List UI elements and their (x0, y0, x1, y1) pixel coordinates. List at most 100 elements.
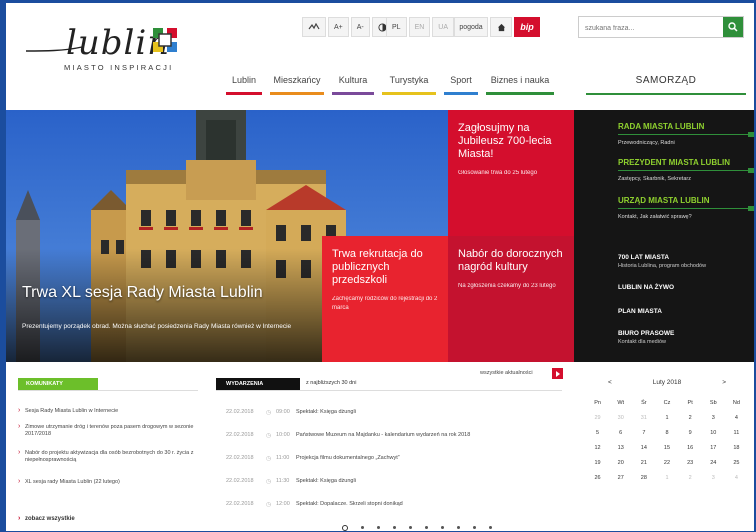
pagination-dot[interactable] (457, 526, 460, 529)
all-news-button[interactable] (552, 368, 563, 379)
bottom-section: KOMUNIKATY Sesja Rady Miasta Lublin w In… (6, 362, 754, 531)
komunikat-item[interactable]: Zimowe utrzymanie dróg i terenów poza pa… (18, 423, 198, 438)
prezydent-link[interactable]: PREZYDENT MIASTA LUBLIN (618, 158, 730, 167)
calendar-day[interactable]: 6 (609, 428, 632, 439)
calendar-day[interactable]: 3 (702, 413, 725, 424)
main-nav: Lublin Mieszkańcy Kultura Turystyka Spor… (222, 65, 558, 95)
pagination-dot[interactable] (409, 526, 412, 529)
nav-samorzad[interactable]: SAMORZĄD (586, 65, 746, 95)
text-larger-button[interactable]: A+ (328, 17, 349, 37)
pagination-dot[interactable] (393, 526, 396, 529)
bip-button[interactable]: bip (514, 17, 540, 37)
nav-kultura[interactable]: Kultura (328, 65, 378, 95)
event-row[interactable]: 22.02.2018 ◷ 11:30 Spektakl: Księga dżungli (216, 475, 566, 487)
pagination-dot[interactable] (473, 526, 476, 529)
calendar-day[interactable]: 3 (702, 473, 725, 484)
calendar-day[interactable]: 21 (632, 458, 655, 469)
pagination-dot[interactable] (425, 526, 428, 529)
calendar-day[interactable]: 27 (609, 473, 632, 484)
calendar-day[interactable]: 4 (725, 413, 748, 424)
news-tile-jubileusz[interactable]: Zagłosujmy na Jubileusz 700-lecia Miasta… (448, 110, 574, 236)
weather-button[interactable]: pogoda (454, 17, 488, 37)
pagination-dot[interactable] (441, 526, 444, 529)
event-row[interactable]: 22.02.2018 ◷ 09:00 Spektakl: Księga dżungli (216, 406, 566, 418)
calendar-day[interactable]: 1 (655, 473, 678, 484)
pagination-dot[interactable] (361, 526, 364, 529)
lublin-na-zywo-link[interactable]: LUBLIN NA ŻYWO (618, 284, 674, 291)
calendar-day[interactable]: 31 (632, 413, 655, 424)
nav-turystyka[interactable]: Turystyka (378, 65, 440, 95)
calendar-day[interactable]: 12 (586, 443, 609, 454)
plan-miasta-link[interactable]: PLAN MIASTA (618, 308, 662, 315)
calendar-day[interactable]: 1 (655, 413, 678, 424)
pagination-dot[interactable] (489, 526, 492, 529)
calendar: < Luty 2018 > Pn Wt Śr Cz Pt Sb Nd 29 30 31 1 2 3 4 5 6… (586, 376, 748, 484)
pagination-dot[interactable] (377, 526, 380, 529)
news-tile-przedszkola[interactable]: Trwa rekrutacja do publicznych przedszko… (322, 236, 448, 362)
calendar-day[interactable]: 10 (702, 428, 725, 439)
calendar-day[interactable]: 11 (725, 428, 748, 439)
calendar-day[interactable]: 5 (586, 428, 609, 439)
calendar-day[interactable]: 17 (702, 443, 725, 454)
nav-underline (270, 92, 324, 95)
nav-underline (382, 92, 436, 95)
tile-title: Nabór do dorocznych nagród kultury (458, 248, 563, 273)
lang-pl-button[interactable]: PL (386, 17, 407, 37)
nav-biznes-i-nauka[interactable]: Biznes i nauka (482, 65, 558, 95)
divider (618, 134, 754, 135)
hero-title[interactable]: Trwa XL sesja Rady Miasta Lublin (22, 284, 263, 302)
urzad-miasta-link[interactable]: URZĄD MIASTA LUBLIN (618, 196, 710, 205)
lublin-logo[interactable]: lublin MIASTO INSPIRACJI (24, 17, 184, 77)
search-input[interactable] (579, 18, 719, 39)
calendar-day[interactable]: 13 (609, 443, 632, 454)
700-lat-link[interactable]: 700 LAT MIASTA (618, 254, 669, 261)
calendar-day[interactable]: 18 (725, 443, 748, 454)
nav-mieszkancy[interactable]: Mieszkańcy (266, 65, 328, 95)
home-button[interactable] (490, 17, 512, 37)
calendar-day[interactable]: 19 (586, 458, 609, 469)
calendar-prev-button[interactable]: < (608, 379, 612, 386)
calendar-day[interactable]: 2 (679, 473, 702, 484)
calendar-day[interactable]: 22 (655, 458, 678, 469)
rada-miasta-sub[interactable]: Przewodniczący, Radni (618, 140, 675, 146)
calendar-day[interactable]: 9 (679, 428, 702, 439)
biuro-prasowe-link[interactable]: BIURO PRASOWE (618, 330, 674, 337)
pagination-dot[interactable] (342, 525, 348, 531)
calendar-day[interactable]: 23 (679, 458, 702, 469)
calendar-day[interactable]: 30 (609, 413, 632, 424)
calendar-day[interactable]: 29 (586, 413, 609, 424)
calendar-day[interactable]: 7 (632, 428, 655, 439)
calendar-day[interactable]: 24 (702, 458, 725, 469)
calendar-day[interactable]: 14 (632, 443, 655, 454)
lang-ua-button[interactable]: UA (432, 17, 455, 37)
nav-sport[interactable]: Sport (440, 65, 482, 95)
text-smaller-button[interactable]: A- (350, 17, 370, 37)
calendar-day[interactable]: 20 (609, 458, 632, 469)
komunikat-item[interactable]: Sesja Rady Miasta Lublin w Internecie (18, 407, 198, 415)
event-row[interactable]: 22.02.2018 ◷ 11:00 Projekcja filmu dokument… (216, 452, 566, 464)
rada-miasta-link[interactable]: RADA MIASTA LUBLIN (618, 122, 704, 131)
komunikat-item[interactable]: Nabór do projektu aktywizacja dla osób b… (18, 449, 198, 464)
search-button[interactable] (723, 17, 743, 37)
calendar-day[interactable]: 15 (655, 443, 678, 454)
calendar-day[interactable]: 4 (725, 473, 748, 484)
news-tile-nagrody-kultury[interactable]: Nabór do dorocznych nagród kultury Na zg… (448, 236, 574, 362)
calendar-next-button[interactable]: > (722, 379, 726, 386)
urzad-miasta-sub[interactable]: Kontakt, Jak załatwić sprawę? (618, 214, 692, 220)
event-row[interactable]: 22.02.2018 ◷ 12:00 Spektakl: Dopalacze. Skr… (216, 498, 566, 510)
calendar-day[interactable]: 26 (586, 473, 609, 484)
calendar-day[interactable]: 8 (655, 428, 678, 439)
calendar-day[interactable]: 16 (679, 443, 702, 454)
prezydent-sub[interactable]: Zastępcy, Skarbnik, Sekretarz (618, 176, 691, 182)
lang-en-button[interactable]: EN (408, 17, 431, 37)
komunikat-item[interactable]: XL sesja rady Miasta Lublin (22 lutego) (18, 478, 198, 486)
calendar-day[interactable]: 2 (679, 413, 702, 424)
event-row[interactable]: 22.02.2018 ◷ 10:00 Państwowe Muzeum na Majd… (216, 429, 566, 441)
nav-lublin[interactable]: Lublin (222, 65, 266, 95)
calendar-day[interactable]: 25 (725, 458, 748, 469)
calendar-day[interactable]: 28 (632, 473, 655, 484)
komunikaty-more-link[interactable]: zobacz wszystkie (18, 515, 75, 522)
all-news-link[interactable]: wszystkie aktualności (480, 370, 533, 376)
accessibility-button[interactable] (302, 17, 326, 37)
calendar-weekday: Wt (617, 400, 625, 406)
